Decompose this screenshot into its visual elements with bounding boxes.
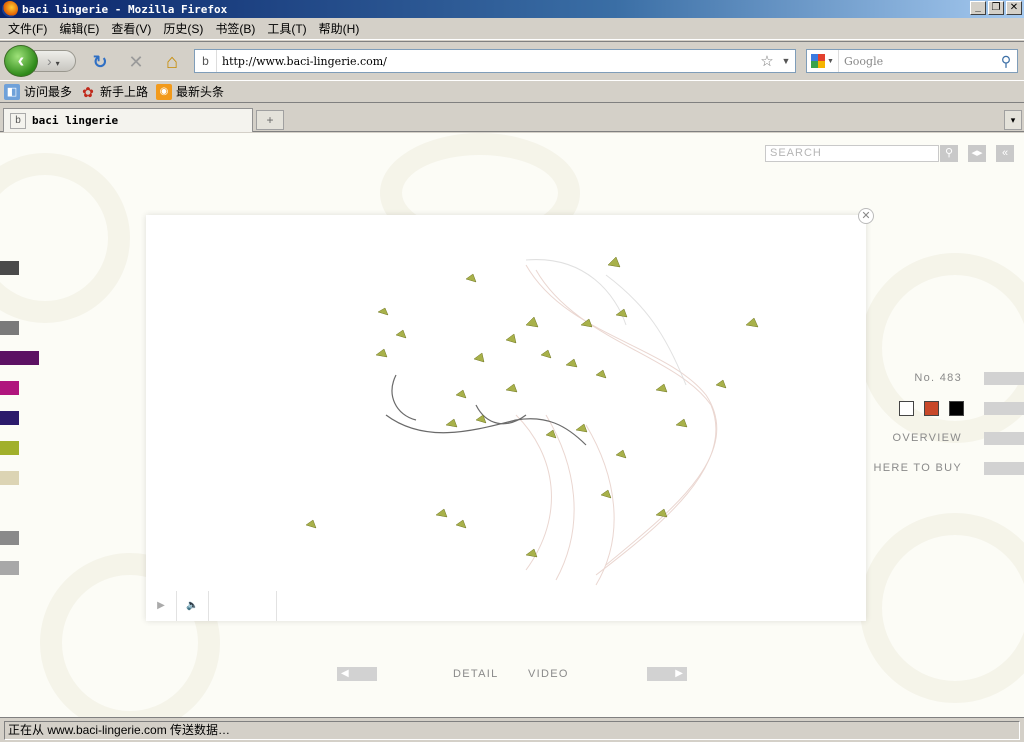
menu-help[interactable]: 帮助(H) xyxy=(313,20,366,37)
bookmark-label: 新手上路 xyxy=(100,85,149,99)
right-tab[interactable] xyxy=(984,402,1024,415)
url-dropdown-icon[interactable]: ▼ xyxy=(777,56,795,66)
back-arrows-icon[interactable]: « xyxy=(996,145,1014,162)
next-button[interactable]: ▶ xyxy=(647,667,687,681)
url-bar[interactable]: b http://www.baci-lingerie.com/ ☆ ▼ xyxy=(194,49,796,73)
product-number: No. 483 xyxy=(914,372,962,384)
menu-bar: 文件(F) 编辑(E) 查看(V) 历史(S) 书签(B) 工具(T) 帮助(H… xyxy=(0,18,1024,40)
search-icon[interactable]: ⚲ xyxy=(995,53,1017,70)
left-swatch[interactable] xyxy=(0,531,19,545)
left-swatch[interactable] xyxy=(0,441,19,455)
right-tab[interactable] xyxy=(984,372,1024,385)
prev-button[interactable]: ◀ xyxy=(337,667,377,681)
menu-edit[interactable]: 编辑(E) xyxy=(53,20,105,37)
left-swatch[interactable] xyxy=(0,411,19,425)
status-bar: 正在从 www.baci-lingerie.com 传送数据… xyxy=(0,717,1024,742)
overview-link[interactable]: OVERVIEW xyxy=(893,432,963,444)
menu-file[interactable]: 文件(F) xyxy=(2,20,53,37)
menu-bookmarks[interactable]: 书签(B) xyxy=(209,20,261,37)
window-title-bar: baci lingerie - Mozilla Firefox _ ❐ ✕ xyxy=(0,0,1024,18)
right-tab[interactable] xyxy=(984,462,1024,475)
window-title: baci lingerie - Mozilla Firefox xyxy=(22,2,228,16)
menu-view[interactable]: 查看(V) xyxy=(105,20,157,37)
color-swatch-black[interactable] xyxy=(949,401,964,416)
new-tab-button[interactable]: + xyxy=(256,110,284,130)
back-arrow-icon: ‹ xyxy=(17,50,25,72)
video-controls: ▶ 🔈 xyxy=(146,591,277,621)
forward-icon: › xyxy=(47,53,52,69)
home-icon[interactable]: ⌂ xyxy=(161,51,183,73)
volume-icon[interactable]: 🔈 xyxy=(177,591,209,621)
bookmark-label: 访问最多 xyxy=(24,85,73,99)
folder-icon: ◧ xyxy=(4,83,20,100)
tab-baci-lingerie[interactable]: b baci lingerie xyxy=(3,108,253,132)
close-video-button[interactable]: ✕ xyxy=(858,208,874,224)
site-search-input[interactable]: SEARCH xyxy=(765,145,939,162)
forward-button[interactable]: › ▾ xyxy=(34,50,76,72)
menu-history[interactable]: 历史(S) xyxy=(157,20,209,37)
reload-icon[interactable]: ↻ xyxy=(89,51,111,73)
video-link[interactable]: VIDEO xyxy=(528,668,569,680)
left-swatch[interactable] xyxy=(0,321,19,335)
search-bar[interactable]: ▼ Google ⚲ xyxy=(806,49,1018,73)
stop-icon[interactable]: ✕ xyxy=(125,51,147,73)
color-swatch-white[interactable] xyxy=(899,401,914,416)
video-frame[interactable] xyxy=(146,215,866,621)
left-swatch[interactable] xyxy=(0,351,39,365)
minimize-button[interactable]: _ xyxy=(970,1,986,15)
bookmark-getting-started[interactable]: ✿ 新手上路 xyxy=(80,83,148,100)
firefox-icon: ✿ xyxy=(82,83,94,100)
left-swatch[interactable] xyxy=(0,381,19,395)
search-input[interactable]: Google xyxy=(844,55,995,68)
tab-bar: b baci lingerie + ▾ xyxy=(0,104,1024,132)
right-tab[interactable] xyxy=(984,432,1024,445)
status-text: 正在从 www.baci-lingerie.com 传送数据… xyxy=(4,720,1020,740)
detail-link[interactable]: DETAIL xyxy=(453,668,499,680)
close-window-button[interactable]: ✕ xyxy=(1006,1,1022,15)
play-button[interactable]: ▶ xyxy=(146,591,177,621)
page-icon: b xyxy=(10,112,26,129)
where-to-buy-link[interactable]: HERE TO BUY xyxy=(874,462,962,474)
navigation-toolbar: › ▾ ‹ ↻ ✕ ⌂ b http://www.baci-lingerie.c… xyxy=(0,41,1024,79)
menu-tools[interactable]: 工具(T) xyxy=(261,20,312,37)
tab-label: baci lingerie xyxy=(32,114,119,127)
left-swatch[interactable] xyxy=(0,261,19,275)
damask-ornament xyxy=(860,513,1024,703)
bookmark-star-icon[interactable]: ☆ xyxy=(757,52,777,70)
bookmark-latest-headlines[interactable]: ◉ 最新头条 xyxy=(156,83,224,100)
maximize-button[interactable]: ❐ xyxy=(988,1,1004,15)
firefox-icon xyxy=(2,1,18,17)
color-swatch-red[interactable] xyxy=(924,401,939,416)
left-swatch[interactable] xyxy=(0,561,19,575)
video-lightbox: ✕ ▶ 🔈 xyxy=(146,208,874,621)
tab-list-button[interactable]: ▾ xyxy=(1004,110,1022,130)
page-content: SEARCH ⚲ ◂▸ « No. 483 OVERVIEW HERE TO B… xyxy=(0,133,1024,717)
collapse-arrows-icon[interactable]: ◂▸ xyxy=(968,145,986,162)
left-swatch[interactable] xyxy=(0,471,19,485)
site-search-icon[interactable]: ⚲ xyxy=(940,145,958,162)
bookmark-most-visited[interactable]: ◧ 访问最多 xyxy=(4,83,72,100)
url-text[interactable]: http://www.baci-lingerie.com/ xyxy=(222,55,757,68)
back-button[interactable]: ‹ xyxy=(4,45,38,77)
bookmark-label: 最新头条 xyxy=(176,85,225,99)
damask-ornament xyxy=(0,153,130,323)
rss-icon: ◉ xyxy=(156,83,173,100)
google-engine-icon[interactable]: ▼ xyxy=(807,50,839,72)
site-identity-icon[interactable]: b xyxy=(195,50,217,72)
video-progress-bar[interactable] xyxy=(209,591,277,621)
bookmarks-toolbar: ◧ 访问最多 ✿ 新手上路 ◉ 最新头条 xyxy=(0,80,1024,103)
